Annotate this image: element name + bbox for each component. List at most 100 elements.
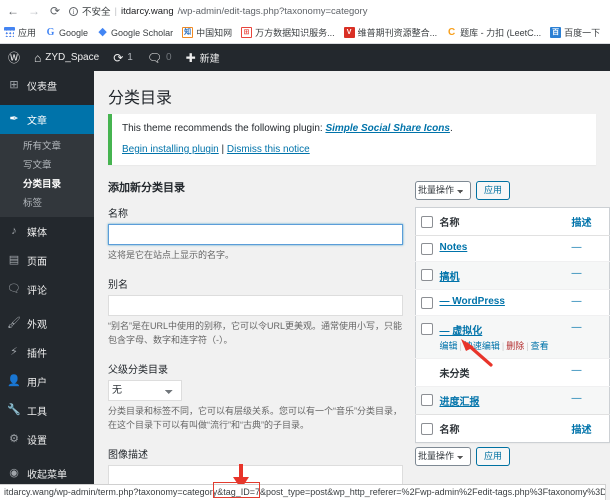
row-checkbox[interactable]	[421, 394, 433, 406]
submenu-item-tags[interactable]: 标签	[0, 194, 94, 213]
sidebar-item-tools[interactable]: 🔧 工具	[0, 396, 94, 425]
table-row: 未分类 —	[415, 358, 610, 387]
bookmark-label: Google Scholar	[111, 27, 174, 38]
sidebar-item-posts[interactable]: ✒ 文章	[0, 105, 94, 134]
wanfang-icon: ⊞	[241, 27, 253, 38]
plugin-link[interactable]: Simple Social Share Icons	[325, 123, 450, 134]
category-name-link[interactable]: — WordPress	[440, 296, 505, 307]
name-input[interactable]	[108, 224, 403, 245]
leetcode-icon: C	[446, 26, 458, 38]
comments-menu[interactable]: 🗨 0	[140, 44, 179, 71]
row-checkbox-cell	[415, 358, 436, 387]
column-footer-description[interactable]: 描述	[567, 414, 610, 443]
category-name-link[interactable]: 搞机	[440, 272, 460, 283]
bulk-action-select-top[interactable]: 批量操作	[415, 180, 471, 200]
wordpress-logo-icon: Ⓦ	[8, 50, 21, 65]
add-category-form: 添加新分类目录 名称 这将是它在站点上显示的名字。 别名 “别名”是在URL中使…	[108, 179, 403, 500]
name-label: 名称	[108, 209, 128, 220]
category-name-link[interactable]: 进度汇报	[440, 397, 480, 408]
parent-select[interactable]: 无	[108, 379, 182, 401]
apps-grid-icon	[4, 27, 15, 38]
sidebar-item-label: 用户	[27, 378, 47, 389]
page-title: 分类目录	[108, 90, 173, 107]
row-description-cell: —	[567, 386, 610, 415]
begin-installing-plugin-link[interactable]: Begin installing plugin	[122, 144, 219, 155]
apply-button-top[interactable]: 应用	[476, 180, 511, 200]
app-root: ← → ⟳ i 不安全 | itdarcy.wang /wp-admin/edi…	[0, 0, 610, 500]
sidebar-item-users[interactable]: 👤 用户	[0, 367, 94, 396]
bookmark-vip-journal[interactable]: V 维普期刊资源整合...	[343, 26, 438, 39]
view-link[interactable]: 查看	[531, 341, 549, 351]
bookmark-apps[interactable]: 应用	[4, 26, 36, 39]
quick-edit-link[interactable]: 快速编辑	[464, 341, 500, 351]
bookmark-wanfang[interactable]: ⊞ 万方数据知识服务...	[241, 26, 335, 39]
bookmark-google[interactable]: G Google	[45, 27, 88, 38]
delete-link[interactable]: 删除	[506, 341, 524, 351]
row-checkbox[interactable]	[421, 323, 433, 335]
bookmark-cnki[interactable]: 知 中国知网	[182, 26, 232, 39]
select-all-checkbox-bottom[interactable]	[421, 423, 433, 435]
wp-logo-menu[interactable]: Ⓦ	[6, 44, 27, 71]
sidebar-item-pages[interactable]: ▤ 页面	[0, 246, 94, 275]
row-checkbox[interactable]	[421, 269, 433, 281]
row-checkbox[interactable]	[421, 297, 433, 309]
edit-link[interactable]: 编辑	[440, 341, 458, 351]
sidebar-item-plugins[interactable]: ⚡ 插件	[0, 338, 94, 367]
column-header-name[interactable]: 名称	[435, 207, 568, 236]
tablenav-bottom: 批量操作 应用	[415, 443, 610, 469]
action-separator: |	[459, 341, 462, 351]
slug-input[interactable]	[108, 294, 403, 316]
sidebar-item-label: 评论	[27, 286, 47, 297]
bookmark-label: 应用	[18, 28, 37, 38]
notice-actions-line: Begin installing plugin | Dismiss this n…	[122, 142, 586, 158]
sidebar-item-media[interactable]: ♪ 媒体	[0, 217, 94, 246]
submenu-item-new-post[interactable]: 写文章	[0, 156, 94, 175]
table-row: 进度汇报 —	[415, 386, 610, 415]
sidebar-item-label: 插件	[27, 349, 47, 360]
category-name-link[interactable]: Notes	[440, 242, 468, 253]
comments-icon: 🗨	[7, 283, 21, 295]
sidebar-item-label: 页面	[27, 257, 47, 268]
category-name-link[interactable]: — 虚拟化	[440, 326, 483, 337]
column-header-description[interactable]: 描述	[567, 207, 610, 236]
category-name-text: 未分类	[439, 369, 470, 380]
row-checkbox-cell	[415, 261, 436, 290]
field-slug: 别名 “别名”是在URL中使用的别称，它可以令URL更美观。通常使用小写，只能包…	[108, 276, 403, 348]
media-icon: ♪	[11, 225, 17, 237]
site-name-menu[interactable]: ⌂ ZYD_Space	[27, 44, 106, 71]
back-icon[interactable]: ←	[6, 4, 20, 18]
parent-label: 父级分类目录	[108, 364, 168, 376]
sidebar-item-dashboard[interactable]: ⊞ 仪表盘	[0, 71, 94, 100]
sidebar-item-comments[interactable]: 🗨 评论	[0, 275, 94, 304]
column-footer-name[interactable]: 名称	[435, 414, 568, 443]
omnibox-row: ← → ⟳ i 不安全 | itdarcy.wang /wp-admin/edi…	[0, 0, 610, 22]
google-scholar-icon: ◆	[98, 26, 107, 38]
updates-icon: ⟳	[113, 50, 124, 65]
reload-icon[interactable]: ⟳	[48, 4, 62, 18]
site-info-icon[interactable]: i	[69, 6, 78, 16]
select-all-checkbox-top[interactable]	[421, 216, 433, 228]
bookmarks-bar: 应用 G Google ◆ Google Scholar 知 中国知网 ⊞ 万方…	[0, 22, 610, 44]
updates-menu[interactable]: ⟳ 1	[106, 44, 140, 71]
bookmark-leetcode[interactable]: C 题库 - 力扣 (LeetC...	[446, 26, 541, 39]
sidebar-item-appearance[interactable]: 🖌 外观	[0, 309, 94, 338]
dismiss-notice-link[interactable]: Dismiss this notice	[227, 144, 310, 155]
bookmark-baidu[interactable]: 百 百度一下	[550, 26, 600, 39]
new-content-menu[interactable]: ✚ 新建	[179, 44, 227, 71]
sidebar-item-settings[interactable]: ⚙ 设置	[0, 425, 94, 454]
sidebar-item-label: 文章	[27, 116, 47, 127]
submenu-item-categories[interactable]: 分类目录	[0, 175, 94, 194]
row-description-cell: —	[567, 261, 610, 290]
bookmark-google-scholar[interactable]: ◆ Google Scholar	[97, 27, 173, 38]
row-checkbox[interactable]	[421, 243, 433, 255]
address-bar[interactable]: i 不安全 | itdarcy.wang /wp-admin/edit-tags…	[69, 3, 604, 19]
updates-count: 1	[127, 52, 133, 63]
apply-button-bottom[interactable]: 应用	[476, 446, 511, 466]
field-name: 名称 这将是它在站点上显示的名字。	[108, 205, 403, 263]
site-name-label: ZYD_Space	[45, 52, 100, 63]
bookmark-label: 维普期刊资源整合...	[357, 28, 438, 38]
bookmark-label: Google	[59, 27, 89, 38]
submenu-item-all-posts[interactable]: 所有文章	[0, 137, 94, 156]
bulk-action-select-bottom[interactable]: 批量操作	[415, 446, 471, 466]
baidu-icon: 百	[550, 27, 562, 38]
